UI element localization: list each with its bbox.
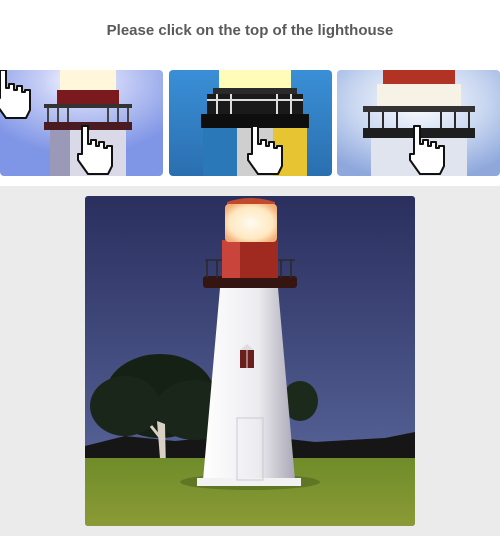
- example-image-3: [337, 70, 500, 176]
- captcha-prompt: Please click on the top of the lighthous…: [106, 22, 394, 39]
- example-image-1: [0, 70, 163, 176]
- captcha-container: Please click on the top of the lighthous…: [0, 0, 500, 536]
- lighthouse-task-image[interactable]: [85, 196, 415, 526]
- example-image-2: [169, 70, 332, 176]
- task-panel: [0, 186, 500, 536]
- example-strip: [0, 70, 500, 176]
